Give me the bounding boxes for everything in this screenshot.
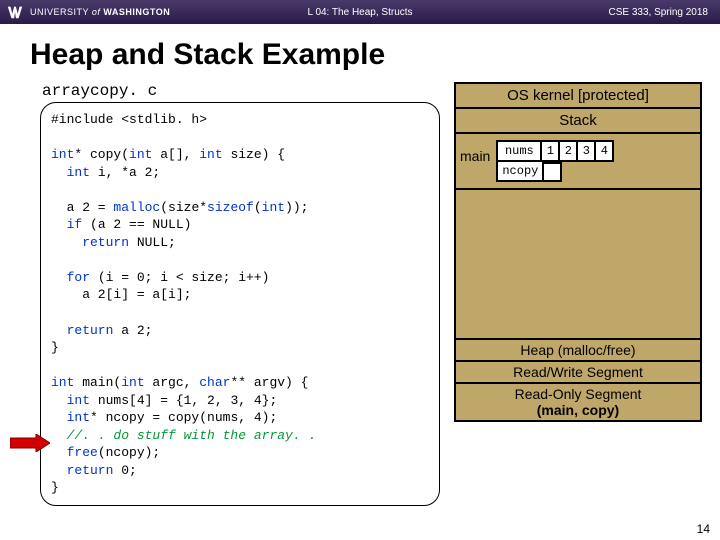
- code-column: arraycopy. c #include <stdlib. h> int* c…: [40, 82, 440, 506]
- var-nums-row: nums 1 2 3 4: [496, 140, 614, 162]
- lecture-title: L 04: The Heap, Structs: [307, 7, 412, 18]
- rw-segment: Read/Write Segment: [456, 360, 700, 382]
- os-kernel-row: OS kernel [protected]: [456, 84, 700, 109]
- var-ncopy-label: ncopy: [496, 162, 544, 182]
- nums-cell-2: 3: [578, 140, 596, 162]
- code-listing: #include <stdlib. h> int* copy(int a[], …: [40, 102, 440, 506]
- lower-segments: Heap (malloc/free) Read/Write Segment Re…: [456, 338, 700, 420]
- pointer-arrow-icon: [10, 434, 50, 452]
- ro-segment: Read-Only Segment(main, copy): [456, 382, 700, 420]
- page-number: 14: [697, 522, 710, 536]
- frame-label-main: main: [460, 140, 490, 164]
- slide-header: UNIVERSITY of WASHINGTON L 04: The Heap,…: [0, 0, 720, 24]
- university-name: UNIVERSITY of WASHINGTON: [30, 7, 170, 17]
- nums-cell-1: 2: [560, 140, 578, 162]
- nums-cell-0: 1: [542, 140, 560, 162]
- stack-frame-main: main nums 1 2 3 4 ncopy: [456, 134, 700, 190]
- nums-cell-3: 4: [596, 140, 614, 162]
- slide-content: arraycopy. c #include <stdlib. h> int* c…: [0, 82, 720, 506]
- var-nums-label: nums: [496, 140, 542, 162]
- ncopy-value-cell: [544, 162, 562, 182]
- heap-segment: Heap (malloc/free): [456, 338, 700, 360]
- uw-logo-icon: [6, 3, 24, 21]
- stack-label: Stack: [456, 109, 700, 134]
- memory-gap: [456, 190, 700, 338]
- var-ncopy-row: ncopy: [496, 162, 614, 182]
- memory-column: OS kernel [protected] Stack main nums 1 …: [454, 82, 702, 506]
- slide-title: Heap and Stack Example: [30, 38, 720, 72]
- memory-diagram: OS kernel [protected] Stack main nums 1 …: [454, 82, 702, 422]
- filename-label: arraycopy. c: [42, 82, 440, 100]
- course-term: CSE 333, Spring 2018: [608, 7, 708, 18]
